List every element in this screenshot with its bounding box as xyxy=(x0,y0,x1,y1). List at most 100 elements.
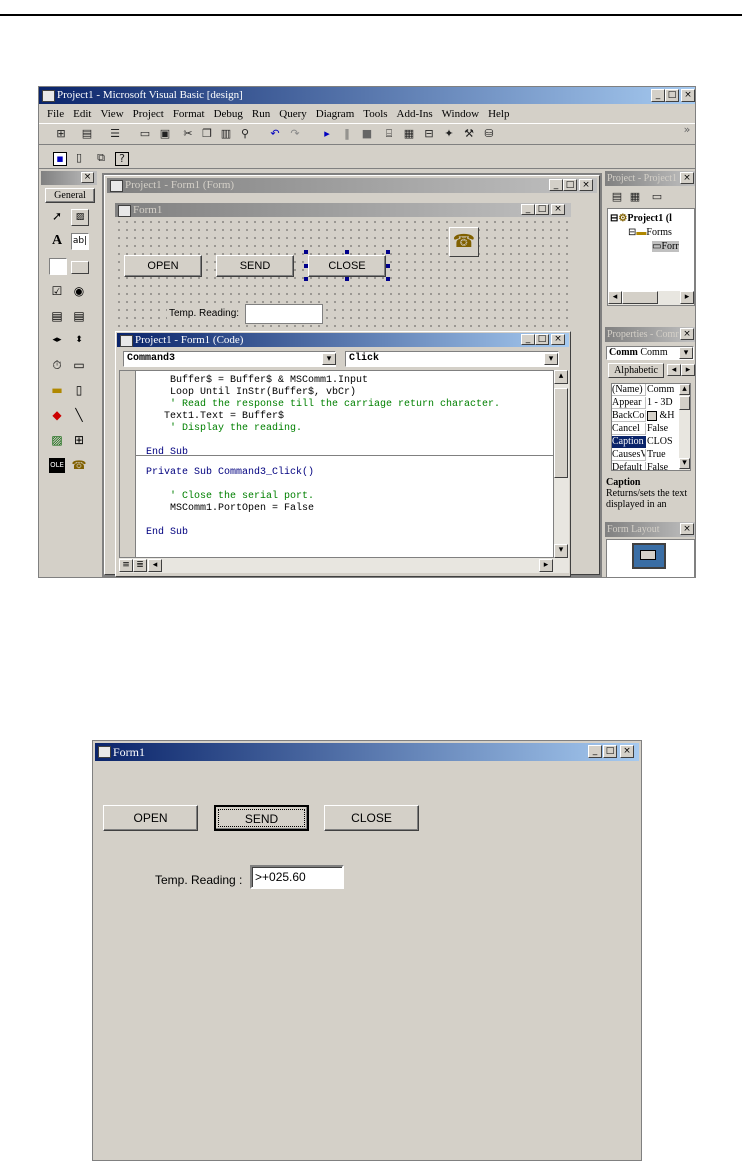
menu-project[interactable]: Project xyxy=(133,108,164,120)
dirlistbox-icon[interactable]: ▬ xyxy=(49,383,65,398)
view-object-icon[interactable]: ▦ xyxy=(629,191,641,203)
cut-icon[interactable]: ✂ xyxy=(182,128,194,140)
mscomm-icon[interactable]: ☎ xyxy=(71,458,87,473)
shape-icon[interactable]: ◆ xyxy=(49,408,65,423)
maximize-icon[interactable]: □ xyxy=(665,89,679,102)
tab-alphabetic[interactable]: Alphabetic xyxy=(608,363,664,378)
tree-forms-node[interactable]: ⊟▬Forms xyxy=(628,227,672,238)
menu-debug[interactable]: Debug xyxy=(214,108,243,120)
hscrollbar-icon[interactable]: ◂▸ xyxy=(49,333,65,348)
scroll-thumb[interactable] xyxy=(554,388,568,478)
menu-help[interactable]: Help xyxy=(488,108,509,120)
image-icon[interactable]: ▨ xyxy=(49,433,65,448)
properties-window-icon[interactable]: ▦ xyxy=(403,128,415,140)
menu-diagram[interactable]: Diagram xyxy=(316,108,354,120)
form-designer-maximize-icon[interactable]: □ xyxy=(563,179,577,191)
tree-scroll-thumb[interactable] xyxy=(622,291,658,304)
find-icon[interactable]: ⚲ xyxy=(239,128,251,140)
menu-editor-icon[interactable]: ☰ xyxy=(109,128,121,140)
prop-value[interactable]: &H xyxy=(647,410,679,422)
prop-name[interactable]: BackCo xyxy=(612,410,646,422)
undo-icon[interactable]: ↶ xyxy=(269,128,281,140)
prop-name[interactable]: Appear xyxy=(612,397,646,409)
add-form-icon[interactable]: ▤ xyxy=(81,128,93,140)
listbox-icon[interactable]: ▤ xyxy=(71,309,87,324)
tab-scroll-right-icon[interactable]: ▸ xyxy=(681,364,695,376)
handle-top-mid[interactable] xyxy=(345,250,349,254)
view-code-icon[interactable]: ▯ xyxy=(73,152,85,164)
copy-icon[interactable]: ❐ xyxy=(201,128,213,140)
temp-reading-textbox[interactable]: >+025.60 xyxy=(250,865,344,889)
menu-run[interactable]: Run xyxy=(252,108,270,120)
form1-minimize-icon[interactable]: _ xyxy=(588,745,602,758)
bring-to-front-icon[interactable]: ⧉ xyxy=(95,152,107,164)
line-icon[interactable]: ╲ xyxy=(71,408,87,423)
code-window-close-icon[interactable]: × xyxy=(551,334,565,345)
textbox-icon[interactable]: ab| xyxy=(71,233,89,250)
scroll-right-icon[interactable]: ▸ xyxy=(539,559,553,572)
close-button[interactable]: CLOSE xyxy=(324,805,419,831)
add-project-icon[interactable]: ⊞ xyxy=(55,128,67,140)
pause-icon[interactable]: ‖ xyxy=(341,128,353,140)
object-browser-icon[interactable]: ✦ xyxy=(443,128,455,140)
menu-tools[interactable]: Tools xyxy=(363,108,387,120)
design-open-button[interactable]: OPEN xyxy=(124,255,202,277)
properties-vscrollbar[interactable]: ▴ ▾ xyxy=(679,384,690,470)
commandbutton-icon[interactable] xyxy=(71,261,89,274)
view-form-icon[interactable]: ▪ xyxy=(53,152,67,166)
menu-query[interactable]: Query xyxy=(279,108,307,120)
prop-name[interactable]: (Name) xyxy=(612,384,646,396)
handle-mid-right[interactable] xyxy=(386,264,390,268)
menu-view[interactable]: View xyxy=(100,108,123,120)
menu-format[interactable]: Format xyxy=(173,108,205,120)
toggle-folders-icon[interactable]: ▭ xyxy=(651,191,663,203)
form1-close-icon[interactable]: × xyxy=(620,745,634,758)
prop-name[interactable]: Default xyxy=(612,462,646,470)
scroll-down-icon[interactable]: ▾ xyxy=(554,544,568,558)
ole-icon[interactable]: OLE xyxy=(49,458,65,473)
scroll-up-icon[interactable]: ▴ xyxy=(554,370,568,384)
object-combo[interactable]: Command3 xyxy=(123,351,336,367)
code-hscrollbar[interactable]: ≡ ≣ ◂ ▸ xyxy=(119,558,569,573)
prop-name[interactable]: Cancel xyxy=(612,423,646,435)
filelistbox-icon[interactable]: ▯ xyxy=(71,383,87,398)
procedure-combo-dropdown-icon[interactable]: ▾ xyxy=(544,353,558,365)
procedure-view-icon[interactable]: ≡ xyxy=(119,559,133,572)
picturebox-icon[interactable]: ▨ xyxy=(71,209,89,226)
form-layout-icon[interactable]: ⊟ xyxy=(423,128,435,140)
open-button[interactable]: OPEN xyxy=(103,805,198,831)
properties-pane-close-icon[interactable]: × xyxy=(680,328,694,340)
prop-name[interactable]: CausesV xyxy=(612,449,646,461)
form-preview[interactable] xyxy=(640,550,656,560)
handle-bottom-left[interactable] xyxy=(304,277,308,281)
handle-mid-left[interactable] xyxy=(304,264,308,268)
checkbox-icon[interactable]: ☑ xyxy=(49,284,65,299)
run-icon[interactable]: ▸ xyxy=(321,128,333,140)
prop-name-selected[interactable]: Caption xyxy=(612,436,646,448)
prop-value[interactable]: CLOS xyxy=(647,436,679,448)
code-editor[interactable]: Buffer$ = Buffer$ & MSComm1.Input Loop U… xyxy=(119,370,554,558)
prop-value[interactable]: 1 - 3D xyxy=(647,397,679,409)
prop-value[interactable]: False xyxy=(647,462,679,470)
mscomm-control-icon[interactable]: ☎ xyxy=(449,227,479,257)
prop-value[interactable]: False xyxy=(647,423,679,435)
toolbox-general-tab[interactable]: General xyxy=(45,188,95,203)
handle-top-right[interactable] xyxy=(386,250,390,254)
handle-bottom-mid[interactable] xyxy=(345,277,349,281)
menu-addins[interactable]: Add-Ins xyxy=(397,108,433,120)
project-pane-close-icon[interactable]: × xyxy=(680,172,694,184)
properties-combo-dropdown-icon[interactable]: ▾ xyxy=(679,347,693,359)
send-button[interactable]: SEND xyxy=(214,805,309,831)
menu-edit[interactable]: Edit xyxy=(73,108,91,120)
optionbutton-icon[interactable]: ◉ xyxy=(71,284,87,299)
pointer-icon[interactable]: ➚ xyxy=(49,209,65,224)
procedure-combo[interactable]: Click xyxy=(345,351,559,367)
vscrollbar-icon[interactable]: ⬍ xyxy=(71,333,87,348)
form-designer-minimize-icon[interactable]: _ xyxy=(549,179,563,191)
prop-scroll-up-icon[interactable]: ▴ xyxy=(679,384,690,395)
design-send-button[interactable]: SEND xyxy=(216,255,294,277)
frame-icon[interactable] xyxy=(49,258,67,275)
tree-scroll-left-icon[interactable]: ◂ xyxy=(608,291,622,304)
combobox-icon[interactable]: ▤ xyxy=(49,309,65,324)
prop-scroll-thumb[interactable] xyxy=(679,396,690,410)
